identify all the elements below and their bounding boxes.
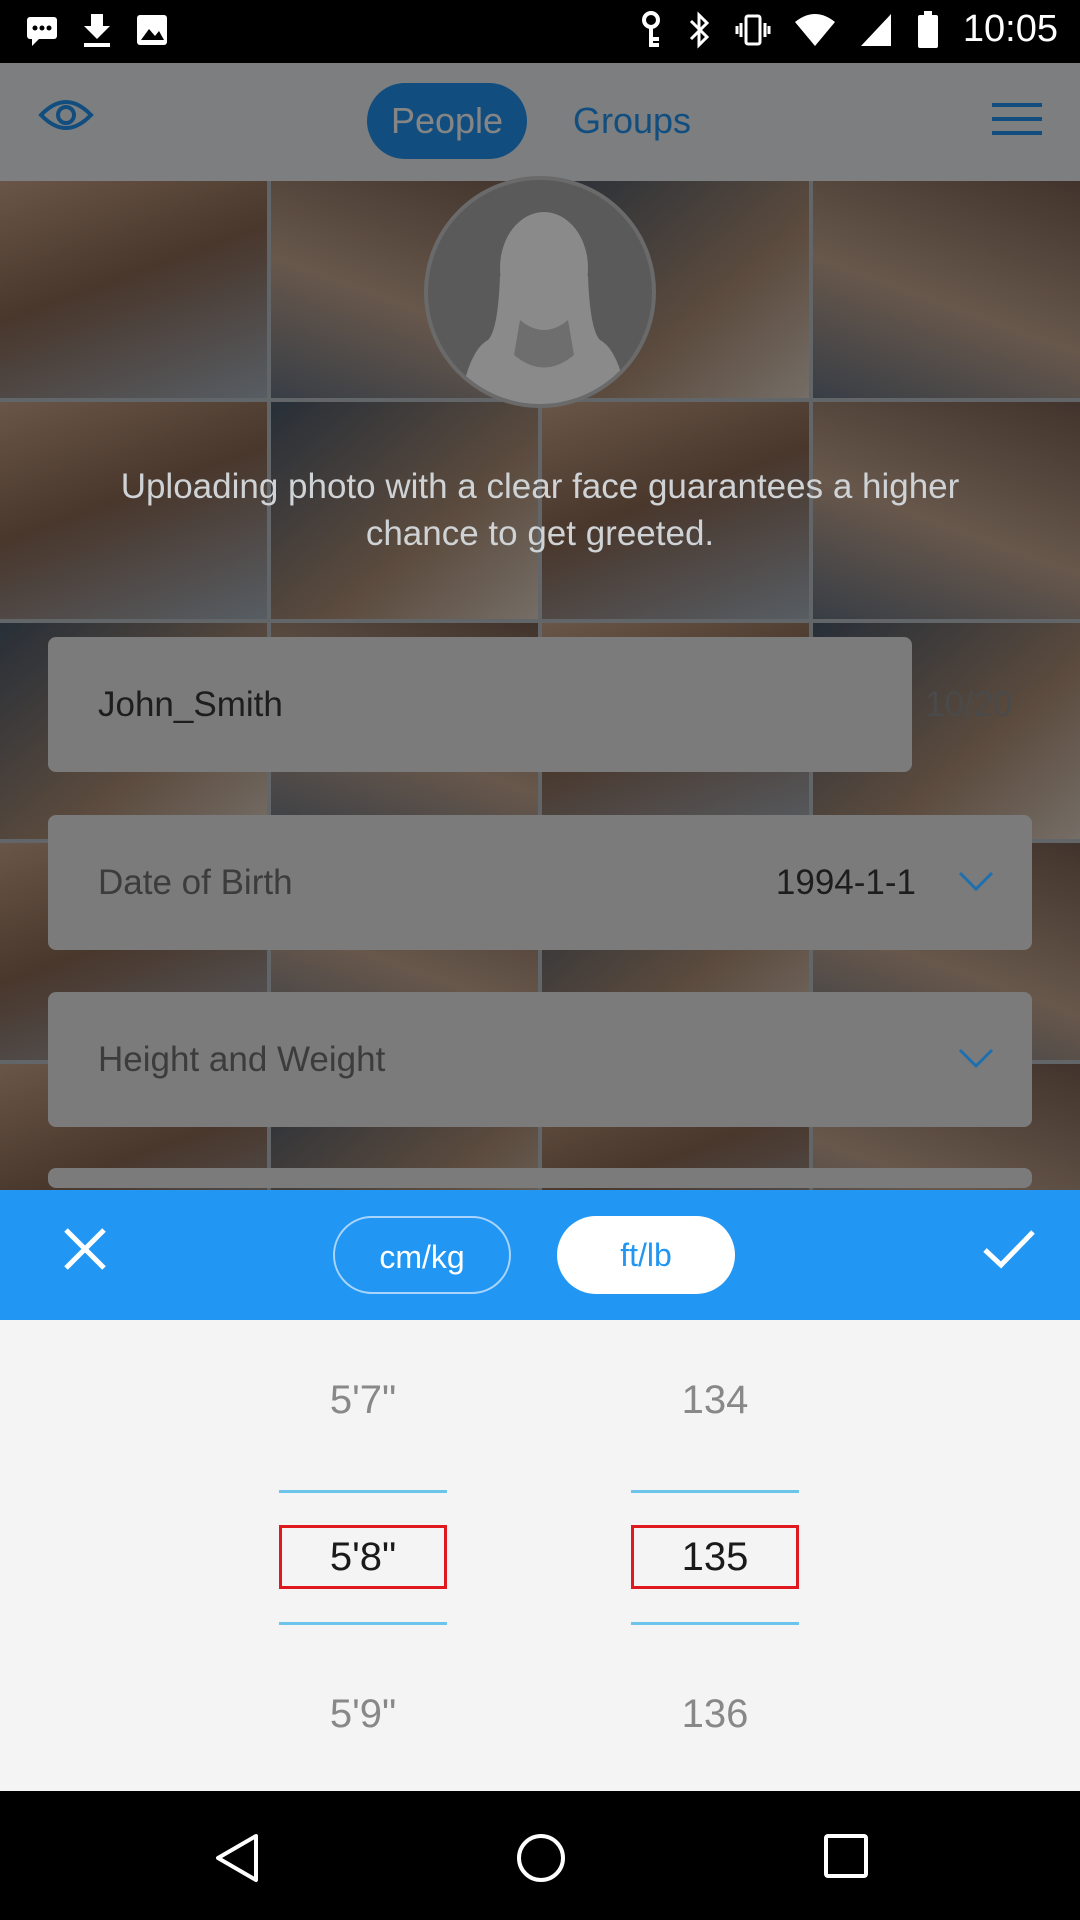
- unit-ft-lb-button[interactable]: ft/lb: [557, 1216, 735, 1294]
- status-notification-icons: [24, 12, 170, 48]
- status-time: 10:05: [962, 8, 1058, 50]
- unit-cm-kg-button[interactable]: cm/kg: [333, 1216, 511, 1294]
- height-option-next[interactable]: 5'9": [279, 1692, 447, 1737]
- height-weight-label: Height and Weight: [98, 1040, 386, 1079]
- picker-toolbar: cm/kg ft/lb: [0, 1190, 1080, 1320]
- selection-line-top: [279, 1490, 447, 1493]
- weight-selected-value[interactable]: 135: [631, 1525, 799, 1589]
- username-value: John_Smith: [98, 685, 283, 724]
- check-icon[interactable]: [982, 1228, 1036, 1270]
- wifi-icon: [794, 13, 835, 46]
- home-icon[interactable]: [516, 1833, 566, 1883]
- recent-apps-icon[interactable]: [823, 1833, 869, 1879]
- weight-option-prev[interactable]: 134: [631, 1378, 799, 1423]
- photo-hint-text: Uploading photo with a clear face guaran…: [120, 467, 960, 553]
- bluetooth-icon: [689, 10, 710, 49]
- close-icon[interactable]: [62, 1226, 108, 1272]
- back-icon[interactable]: [214, 1833, 260, 1883]
- image-icon: [137, 15, 167, 45]
- date-of-birth-field[interactable]: Date of Birth 1994-1-1: [48, 815, 1032, 950]
- height-weight-picker: 5'7" 5'8" 5'9" 134 135 136: [0, 1320, 1080, 1791]
- username-char-counter: 10/20: [925, 685, 1013, 724]
- status-bar: 10:05: [0, 0, 1080, 63]
- chevron-down-icon: [958, 1048, 994, 1069]
- download-icon: [84, 14, 110, 47]
- signal-icon: [860, 13, 891, 46]
- chevron-down-icon: [958, 871, 994, 892]
- message-icon: [27, 17, 57, 46]
- status-system-icons: 10:05: [639, 8, 1058, 51]
- height-selected-value[interactable]: 5'8": [279, 1525, 447, 1589]
- date-of-birth-label: Date of Birth: [98, 863, 293, 902]
- vibrate-icon: [735, 14, 771, 45]
- profile-photo-button[interactable]: [424, 176, 656, 408]
- selection-line-top: [631, 1490, 799, 1493]
- selection-line-bottom: [279, 1622, 447, 1625]
- vpn-key-icon: [641, 10, 660, 47]
- system-nav-bar: [0, 1791, 1080, 1920]
- selection-line-bottom: [631, 1622, 799, 1625]
- height-option-prev[interactable]: 5'7": [279, 1378, 447, 1423]
- height-weight-field[interactable]: Height and Weight: [48, 992, 1032, 1127]
- weight-option-next[interactable]: 136: [631, 1692, 799, 1737]
- person-silhouette-icon: [459, 212, 629, 404]
- next-field-partial: [48, 1168, 1032, 1188]
- date-of-birth-value: 1994-1-1: [775, 863, 916, 902]
- username-field[interactable]: John_Smith: [48, 637, 912, 772]
- battery-icon: [917, 10, 938, 48]
